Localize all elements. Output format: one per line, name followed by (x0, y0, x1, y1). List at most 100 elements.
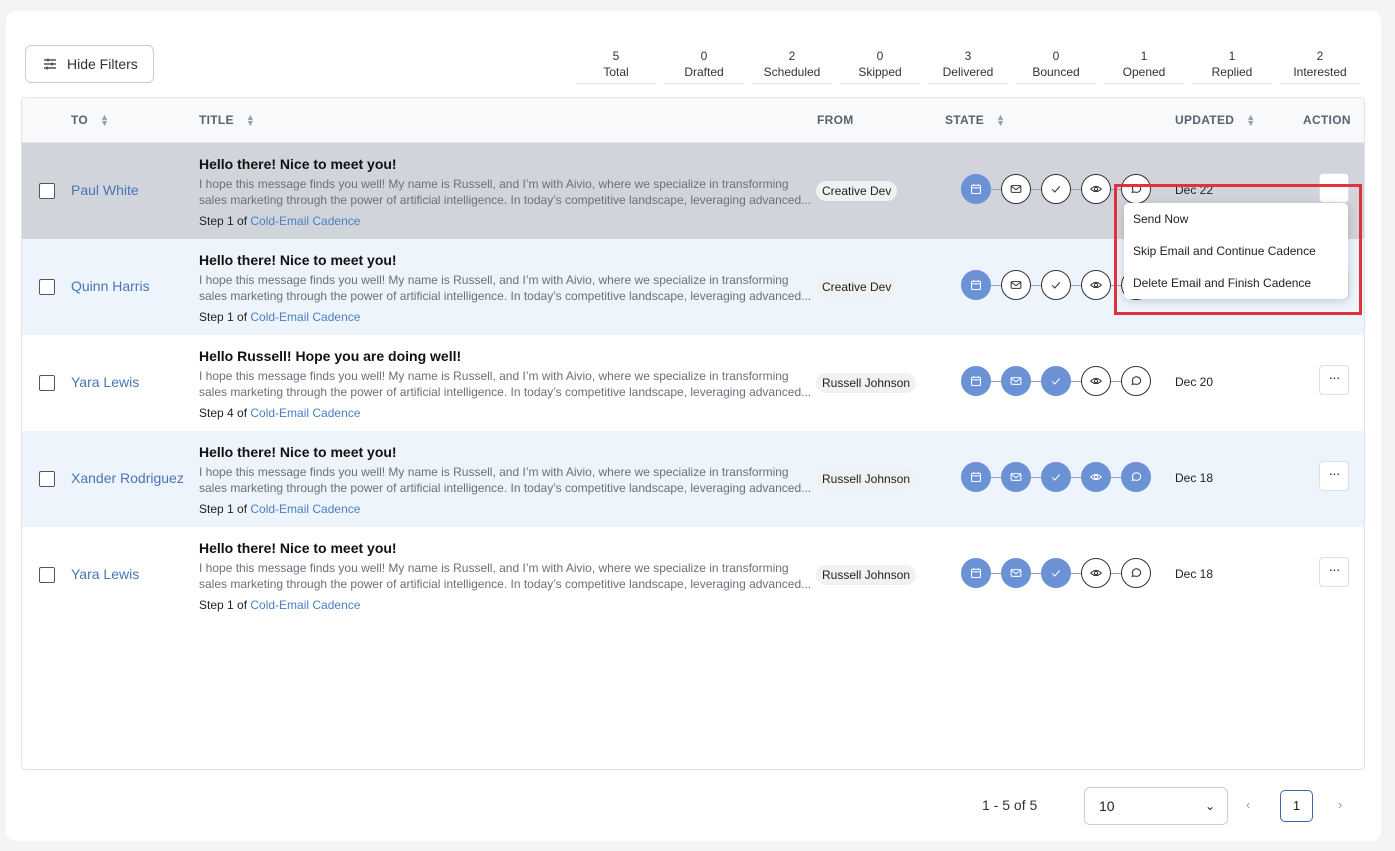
row-checkbox[interactable] (39, 471, 55, 487)
mail-icon (1001, 174, 1031, 204)
updated-date: Dec 20 (1175, 375, 1214, 389)
column-header-updated[interactable]: UPDATED ▲ ▼ (1175, 113, 1255, 128)
stat-label: Interested (1293, 65, 1347, 79)
row-checkbox[interactable] (39, 567, 55, 583)
step-info: Step 1 of Cold-Email Cadence (199, 502, 360, 516)
cadence-link[interactable]: Cold-Email Cadence (250, 406, 360, 420)
state-connector (991, 381, 1001, 382)
chat-icon (1121, 462, 1151, 492)
state-connector (1111, 477, 1121, 478)
cadence-link[interactable]: Cold-Email Cadence (250, 502, 360, 516)
sender-badge: Russell Johnson (816, 565, 917, 585)
sort-icon[interactable]: ▲ ▼ (246, 113, 255, 128)
stat-count: 5 (612, 49, 620, 63)
stat-bounced[interactable]: 0 Bounced (1016, 48, 1096, 84)
column-to-label: TO (71, 113, 89, 127)
column-header-to[interactable]: TO ▲ ▼ (71, 113, 109, 128)
stat-interested[interactable]: 2 Interested (1280, 48, 1360, 84)
recipient-name[interactable]: Paul White (71, 182, 139, 198)
state-connector (991, 477, 1001, 478)
state-connector (991, 285, 1001, 286)
state-connector (1071, 477, 1081, 478)
column-header-title[interactable]: TITLE ▲ ▼ (199, 113, 255, 128)
sender-badge: Creative Dev (816, 277, 898, 297)
stat-count: 1 (1140, 49, 1148, 63)
table-row[interactable]: Yara Lewis Hello there! Nice to meet you!… (22, 527, 1364, 623)
column-header-from: FROM (817, 113, 854, 127)
step-info: Step 4 of Cold-Email Cadence (199, 406, 360, 420)
state-connector (1071, 285, 1081, 286)
cadence-link[interactable]: Cold-Email Cadence (250, 310, 360, 324)
stat-label: Opened (1122, 65, 1166, 79)
recipient-name[interactable]: Xander Rodriguez (71, 470, 184, 486)
step-info: Step 1 of Cold-Email Cadence (199, 214, 360, 228)
cadence-link[interactable]: Cold-Email Cadence (250, 214, 360, 228)
next-page-icon[interactable]: › (1338, 797, 1342, 812)
step-label: Step 1 of (199, 214, 251, 228)
row-checkbox[interactable] (39, 279, 55, 295)
stat-opened[interactable]: 1 Opened (1104, 48, 1184, 84)
hide-filters-label: Hide Filters (67, 56, 138, 72)
email-preview-line-2: sales marketing through the power of art… (199, 481, 812, 495)
chat-icon (1121, 558, 1151, 588)
email-title: Hello there! Nice to meet you! (199, 540, 397, 556)
recipient-name[interactable]: Yara Lewis (71, 374, 139, 390)
email-preview: I hope this message finds you well! My n… (199, 368, 812, 400)
column-from-label: FROM (817, 113, 854, 127)
stat-count: 0 (700, 49, 708, 63)
updated-date: Dec 18 (1175, 567, 1214, 581)
calendar-icon (961, 558, 991, 588)
stat-label: Bounced (1032, 65, 1080, 79)
more-actions-button[interactable]: ··· (1319, 461, 1349, 491)
stat-skipped[interactable]: 0 Skipped (840, 48, 920, 84)
recipient-name[interactable]: Yara Lewis (71, 566, 139, 582)
cadence-link[interactable]: Cold-Email Cadence (250, 598, 360, 612)
check-icon (1041, 462, 1071, 492)
stat-replied[interactable]: 1 Replied (1192, 48, 1272, 84)
stat-count: 2 (788, 49, 796, 63)
row-checkbox[interactable] (39, 183, 55, 199)
stat-label: Delivered (942, 65, 994, 79)
email-title: Hello there! Nice to meet you! (199, 252, 397, 268)
state-timeline (961, 366, 1161, 398)
column-title-label: TITLE (199, 113, 234, 127)
email-title: Hello Russell! Hope you are doing well! (199, 348, 462, 364)
mail-icon (1001, 462, 1031, 492)
updated-date: Dec 18 (1175, 471, 1214, 485)
step-info: Step 1 of Cold-Email Cadence (199, 598, 360, 612)
stat-label: Total (603, 65, 629, 79)
state-connector (1031, 381, 1041, 382)
more-actions-button[interactable]: ··· (1319, 365, 1349, 395)
filter-sliders-icon (44, 58, 56, 70)
table-row[interactable]: Xander Rodriguez Hello there! Nice to mee… (22, 431, 1364, 527)
table-row[interactable]: Yara Lewis Hello Russell! Hope you are do… (22, 335, 1364, 431)
calendar-icon (961, 462, 991, 492)
calendar-icon (961, 174, 991, 204)
sort-icon[interactable]: ▲ ▼ (996, 113, 1005, 128)
state-connector (1031, 285, 1041, 286)
email-preview-line-1: I hope this message finds you well! My n… (199, 369, 789, 383)
stat-delivered[interactable]: 3 Delivered (928, 48, 1008, 84)
stat-drafted[interactable]: 0 Drafted (664, 48, 744, 84)
calendar-icon (961, 270, 991, 300)
sort-icon[interactable]: ▲ ▼ (100, 113, 109, 128)
step-label: Step 1 of (199, 502, 251, 516)
eye-icon (1081, 558, 1111, 588)
hide-filters-button[interactable]: Hide Filters (25, 45, 154, 83)
recipient-name[interactable]: Quinn Harris (71, 278, 150, 294)
column-header-state[interactable]: STATE ▲ ▼ (945, 113, 1005, 128)
stat-total[interactable]: 5 Total (576, 48, 656, 84)
page-size-select[interactable]: 10 ⌄ (1084, 787, 1228, 825)
row-checkbox[interactable] (39, 375, 55, 391)
sort-icon[interactable]: ▲ ▼ (1246, 113, 1255, 128)
email-preview-line-2: sales marketing through the power of art… (199, 385, 812, 399)
sender-badge: Creative Dev (816, 181, 898, 201)
more-actions-button[interactable]: ··· (1319, 557, 1349, 587)
prev-page-icon[interactable]: ‹ (1246, 797, 1250, 812)
email-preview-line-2: sales marketing through the power of art… (199, 577, 812, 591)
page-button-current[interactable]: 1 (1280, 790, 1313, 822)
eye-icon (1081, 462, 1111, 492)
state-timeline (961, 462, 1161, 494)
stat-scheduled[interactable]: 2 Scheduled (752, 48, 832, 84)
email-title: Hello there! Nice to meet you! (199, 444, 397, 460)
